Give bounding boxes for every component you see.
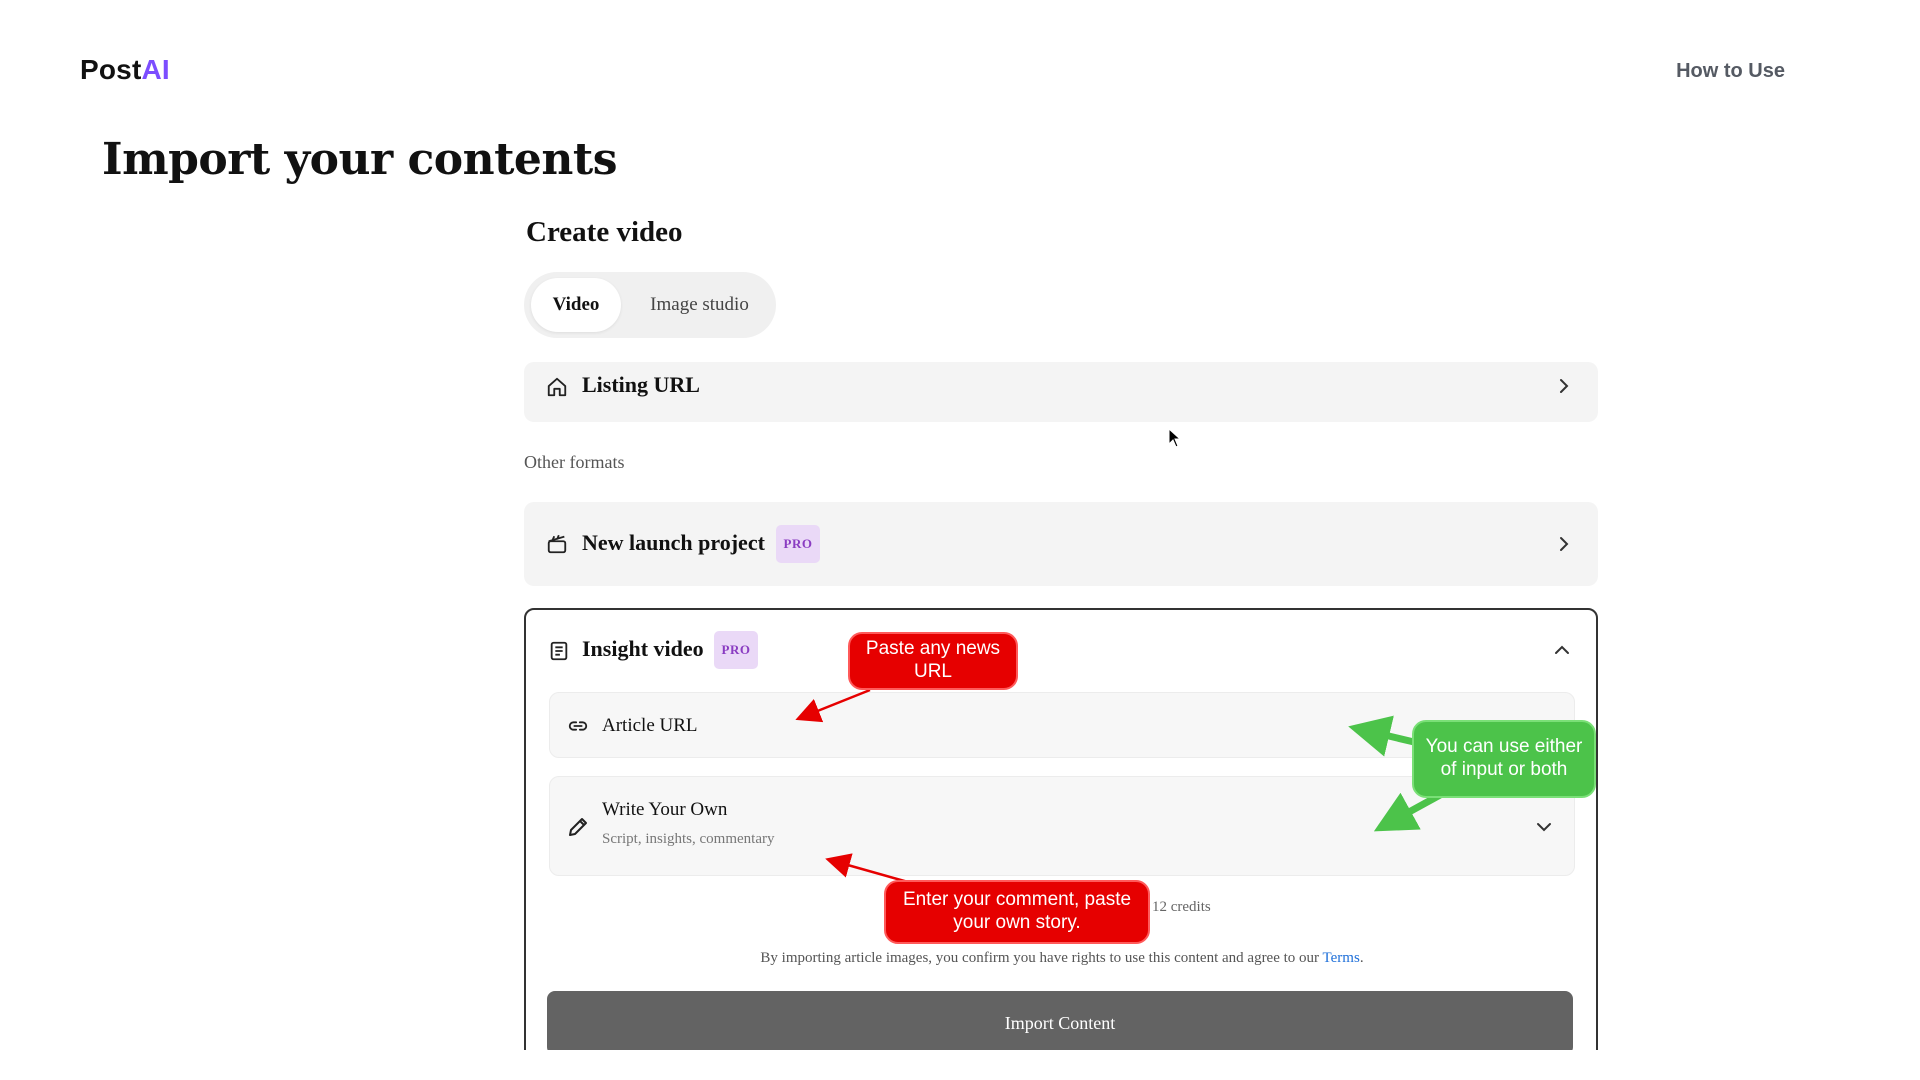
- brand-prefix: Post: [80, 54, 142, 85]
- insight-video-section: Insight video PRO Article URL Write Your…: [524, 608, 1598, 1050]
- listing-url-label: Listing URL: [582, 372, 700, 397]
- chevron-up-icon[interactable]: [1554, 642, 1570, 658]
- home-icon: [547, 377, 567, 397]
- write-your-own-hint: Script, insights, commentary: [602, 831, 775, 847]
- annotation-news-url: Paste any news URL: [848, 632, 1018, 690]
- annotation-comment: Enter your comment, paste your own story…: [884, 880, 1150, 944]
- chevron-right-icon: [1560, 537, 1569, 551]
- write-your-own-label: Write Your Own: [602, 799, 728, 820]
- link-icon: [568, 721, 588, 731]
- brand-suffix: AI: [141, 54, 170, 85]
- pencil-icon: [569, 818, 587, 836]
- newspaper-icon: [550, 641, 568, 661]
- tab-bar: Video Image studio: [524, 272, 776, 338]
- terms-text: By importing article images, you confirm…: [760, 950, 1323, 966]
- credits-cost: 12 credits: [1152, 899, 1211, 915]
- listing-url-card[interactable]: Listing URL: [524, 362, 1598, 422]
- terms-notice: By importing article images, you confirm…: [524, 950, 1600, 967]
- how-to-use-link[interactable]: How to Use: [1676, 60, 1785, 83]
- chevron-right-icon: [1560, 379, 1569, 393]
- import-content-button[interactable]: Import Content: [547, 991, 1573, 1050]
- brand-logo[interactable]: PostAI: [80, 54, 170, 86]
- terms-end: .: [1359, 950, 1364, 966]
- new-launch-label: New launch project: [582, 530, 765, 555]
- tab-image-studio[interactable]: Image studio: [632, 278, 767, 332]
- new-launch-project-card[interactable]: New launch project PRO: [524, 502, 1598, 586]
- pro-badge: PRO: [776, 525, 820, 563]
- tab-video[interactable]: Video: [531, 278, 621, 332]
- other-formats-label: Other formats: [524, 452, 625, 472]
- insight-video-label[interactable]: Insight video: [582, 636, 704, 662]
- page-title: Import your contents: [102, 134, 618, 185]
- pro-badge: PRO: [714, 631, 758, 669]
- chevron-down-icon[interactable]: [1536, 819, 1552, 835]
- clapperboard-icon: [547, 534, 567, 554]
- article-url-label: Article URL: [602, 715, 698, 736]
- annotation-either-input: You can use either of input or both: [1412, 720, 1596, 798]
- terms-link[interactable]: Terms: [1323, 950, 1360, 966]
- panel-title: Create video: [526, 216, 683, 248]
- mouse-cursor-icon: [1168, 428, 1182, 448]
